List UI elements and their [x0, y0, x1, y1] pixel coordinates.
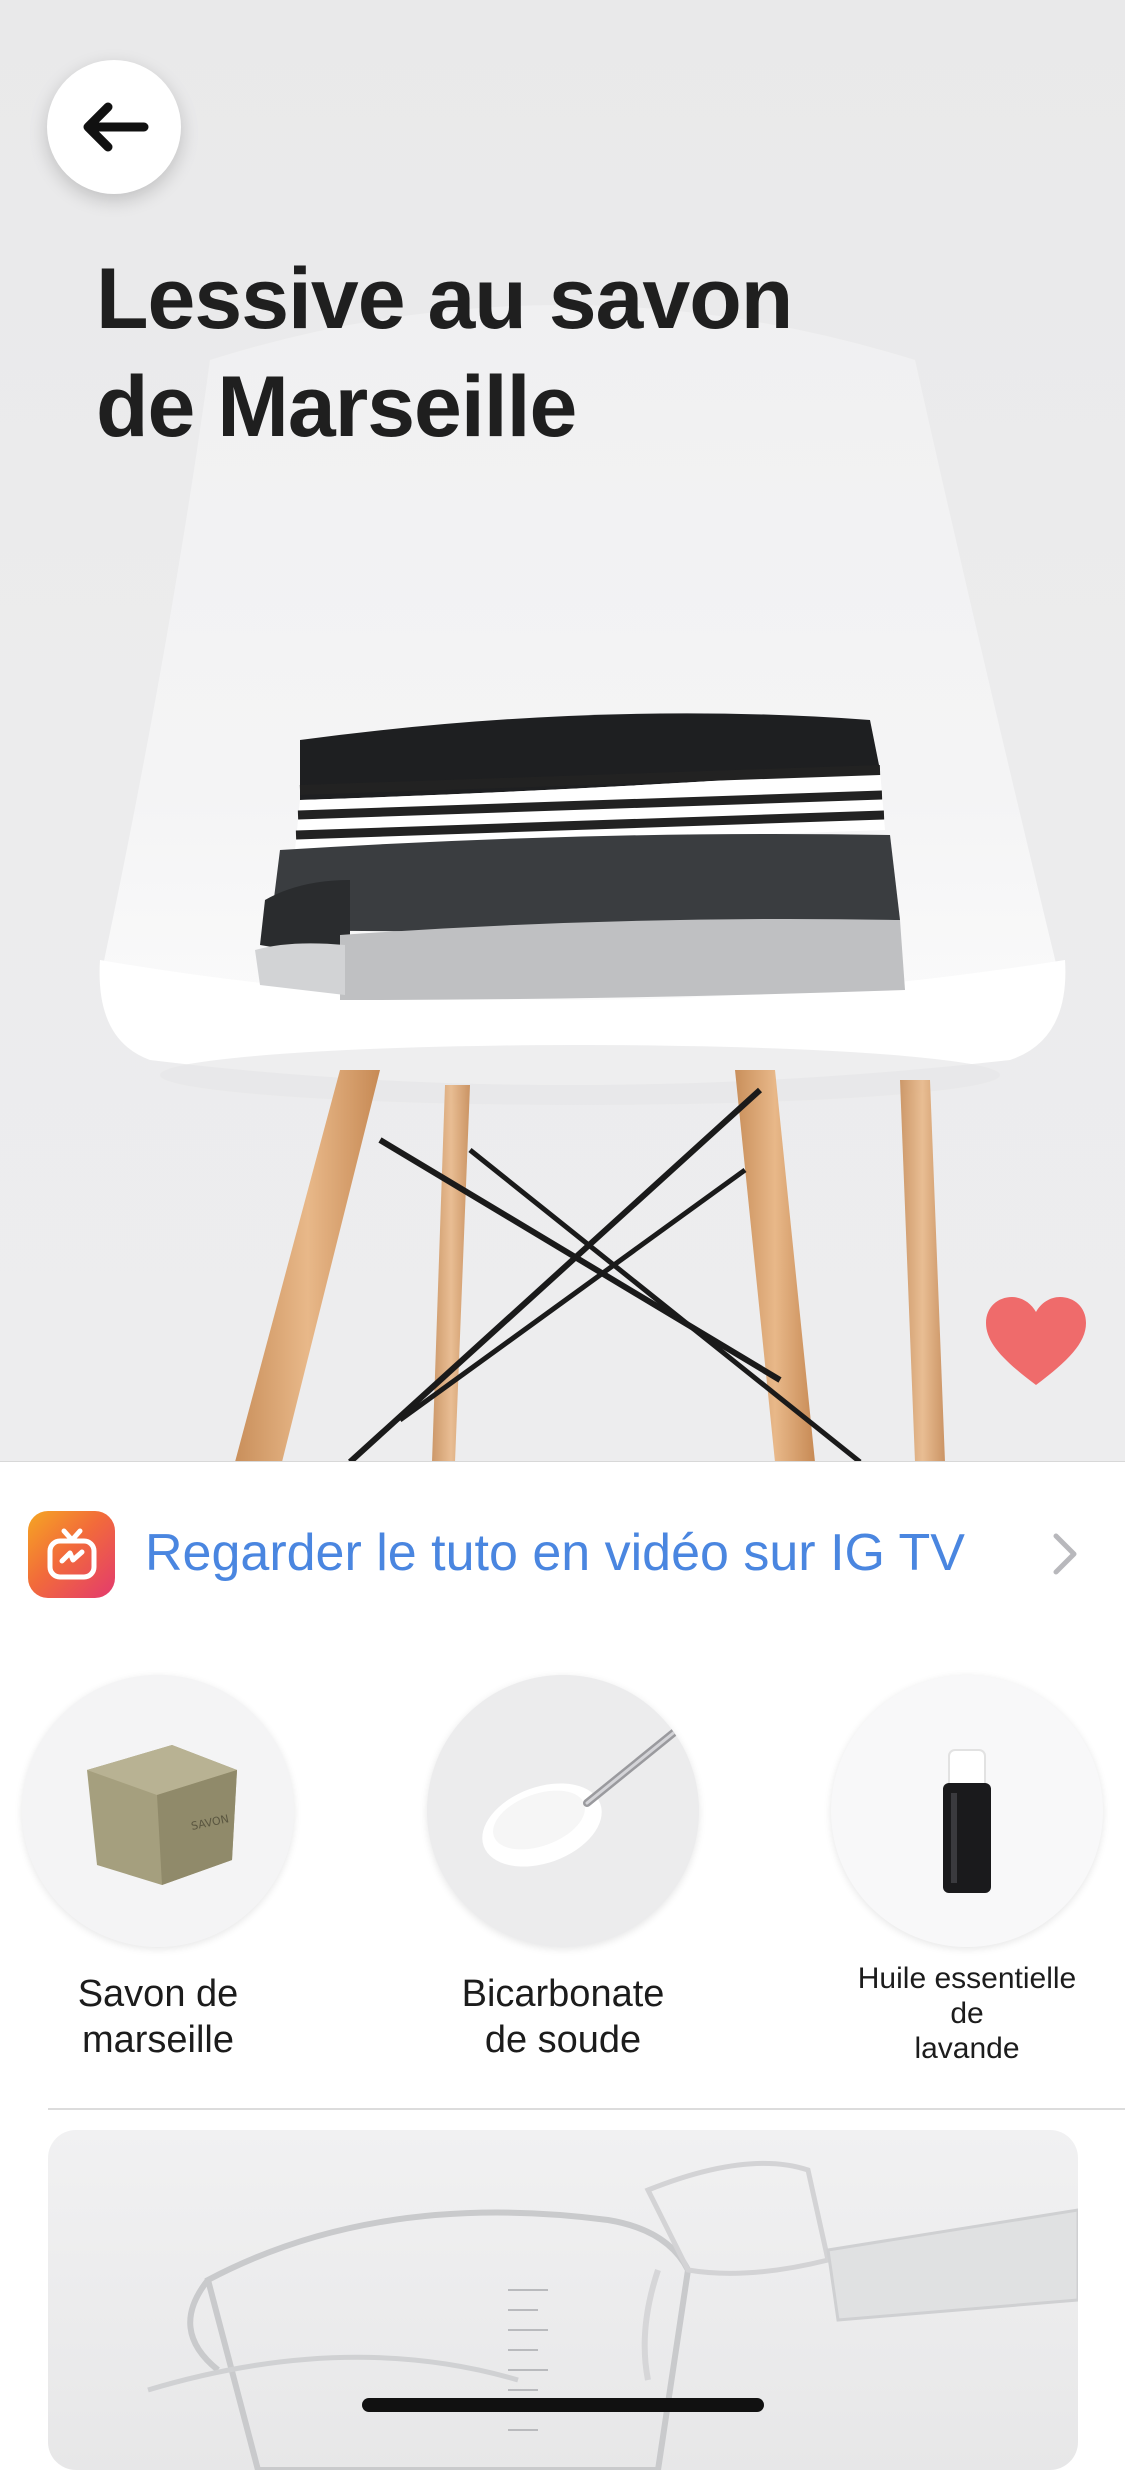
ingredient-label: Bicarbonate de soude [461, 1973, 665, 2061]
divider [0, 1461, 1125, 1462]
ingredient-item[interactable]: Bicarbonate de soude [413, 1675, 713, 2063]
spoon-baking-soda-image [427, 1675, 699, 1947]
divider [48, 2108, 1125, 2110]
back-button[interactable] [47, 60, 181, 194]
ingredient-label: Savon de marseille [77, 1973, 239, 2061]
chair-with-clothes-illustration [99, 305, 1066, 1462]
soap-bar-image: SAVON [22, 1675, 294, 1947]
page-title-line-1: Lessive au savon [96, 251, 793, 347]
igtv-link-label[interactable]: Regarder le tuto en vidéo sur IG TV [145, 1523, 965, 1583]
heart-icon[interactable] [984, 1295, 1088, 1387]
ingredient-item[interactable]: Huile essentielle de lavande [817, 1675, 1117, 2066]
step-card[interactable] [48, 2130, 1078, 2470]
ingredient-label: Huile essentielle de lavande [857, 1962, 1077, 2065]
ingredient-item[interactable]: SAVON Savon de marseille [8, 1675, 308, 2063]
home-indicator[interactable] [362, 2398, 764, 2412]
hero-image: Lessive au savon de Marseille [0, 0, 1125, 1462]
igtv-icon [28, 1511, 115, 1598]
page-title-line-2: de Marseille [96, 359, 577, 455]
chevron-right-icon [1053, 1533, 1077, 1575]
measuring-jug-image [147, 2160, 1078, 2470]
essential-oil-bottle-image [831, 1675, 1103, 1947]
igtv-video-link[interactable]: Regarder le tuto en vidéo sur IG TV [0, 1508, 1125, 1598]
ingredients-list: SAVON Savon de marseille Bicarbonate de … [0, 1675, 1125, 2075]
page-title: Lessive au savon de Marseille [96, 245, 896, 461]
arrow-left-icon [83, 102, 149, 152]
